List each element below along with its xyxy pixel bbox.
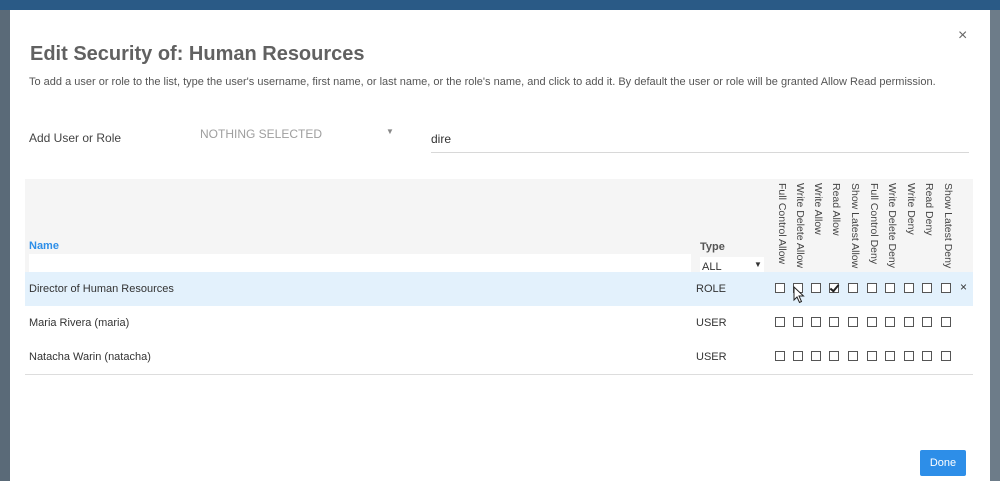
chevron-down-icon: ▼ <box>386 127 394 136</box>
permission-checkbox[interactable] <box>775 317 785 327</box>
select-value: NOTHING SELECTED <box>200 127 323 141</box>
permission-checkbox[interactable] <box>885 351 895 361</box>
permission-header-label: Show Latest Deny <box>942 183 954 269</box>
permission-checkbox[interactable] <box>922 351 932 361</box>
permission-checkbox[interactable] <box>811 351 821 361</box>
permission-checkbox[interactable] <box>922 283 932 293</box>
permission-checkbox[interactable] <box>811 283 821 293</box>
permission-checkbox[interactable] <box>775 283 785 293</box>
permission-checkbox[interactable] <box>793 317 803 327</box>
search-value: dire <box>431 132 452 146</box>
permission-checkbox[interactable] <box>848 351 858 361</box>
add-user-or-role-label: Add User or Role <box>29 131 122 145</box>
permission-checkbox[interactable] <box>904 317 914 327</box>
remove-row-icon[interactable]: × <box>960 280 967 294</box>
permission-header-label: Read Deny <box>923 183 935 236</box>
background-strip <box>990 10 1000 481</box>
permission-column-header: Read Allow <box>824 183 842 275</box>
permission-checkbox[interactable] <box>848 283 858 293</box>
row-type: ROLE <box>696 283 726 295</box>
permission-checkbox[interactable] <box>793 351 803 361</box>
permission-column-header: Read Deny <box>917 183 935 275</box>
permission-column-header: Full Control Deny <box>862 183 880 275</box>
row-name: Director of Human Resources <box>29 283 174 295</box>
permission-checkbox[interactable] <box>829 351 839 361</box>
table-row[interactable]: Director of Human Resources ROLE × <box>25 272 973 307</box>
name-column-header[interactable]: Name <box>29 240 59 252</box>
permission-header-label: Write Delete Deny <box>886 183 898 269</box>
permission-header-label: Show Latest Allow <box>849 183 861 269</box>
permission-header-label: Read Allow <box>830 183 842 236</box>
permission-checkbox[interactable] <box>811 317 821 327</box>
done-button[interactable]: Done <box>920 450 966 476</box>
permission-checkbox[interactable] <box>829 283 839 293</box>
permission-checkbox[interactable] <box>829 317 839 327</box>
mouse-pointer-icon <box>793 286 805 304</box>
user-role-search-input[interactable]: dire <box>431 127 969 153</box>
permission-column-header: Write Delete Deny <box>880 183 898 275</box>
permission-checkbox[interactable] <box>904 283 914 293</box>
type-column-header[interactable]: Type <box>700 241 725 253</box>
grid-header: Name Type ALL ▼ Full Control Allow Write … <box>25 179 973 282</box>
user-role-select[interactable]: NOTHING SELECTED ▼ <box>200 127 400 147</box>
permission-column-header: Show Latest Deny <box>936 183 954 275</box>
permission-checkbox[interactable] <box>867 283 877 293</box>
edit-security-dialog: × Edit Security of: Human Resources To a… <box>10 10 990 481</box>
table-row[interactable]: Maria Rivera (maria) USER <box>25 306 973 341</box>
permission-checkbox[interactable] <box>904 351 914 361</box>
dialog-title: Edit Security of: Human Resources <box>30 43 365 65</box>
close-icon[interactable]: × <box>958 27 967 45</box>
dialog-description: To add a user or role to the list, type … <box>29 76 936 88</box>
permission-checkbox[interactable] <box>885 283 895 293</box>
permission-column-header: Show Latest Allow <box>843 183 861 275</box>
chevron-down-icon: ▼ <box>754 260 762 269</box>
permission-column-header: Write Allow <box>806 183 824 275</box>
permission-column-header: Write Delete Allow <box>788 183 806 275</box>
row-type: USER <box>696 317 727 329</box>
permission-checkbox[interactable] <box>848 317 858 327</box>
table-row[interactable]: Natacha Warin (natacha) USER <box>25 340 973 375</box>
permission-column-header: Write Deny <box>899 183 917 275</box>
row-type: USER <box>696 351 727 363</box>
permission-checkbox[interactable] <box>941 351 951 361</box>
app-top-bar <box>0 0 1000 10</box>
permission-checkbox[interactable] <box>867 351 877 361</box>
row-name: Maria Rivera (maria) <box>29 317 130 329</box>
permission-header-label: Write Delete Allow <box>794 183 806 269</box>
row-name: Natacha Warin (natacha) <box>29 351 151 363</box>
permission-checkbox[interactable] <box>775 351 785 361</box>
permission-header-label: Write Deny <box>905 183 917 235</box>
permission-column-header: Full Control Allow <box>770 183 788 275</box>
permission-checkbox[interactable] <box>885 317 895 327</box>
permission-header-label: Write Allow <box>812 183 824 235</box>
permission-checkbox[interactable] <box>941 317 951 327</box>
permission-checkbox[interactable] <box>867 317 877 327</box>
permission-checkbox[interactable] <box>941 283 951 293</box>
permission-header-label: Full Control Allow <box>776 183 788 265</box>
permission-header-label: Full Control Deny <box>868 183 880 265</box>
permission-checkbox[interactable] <box>922 317 932 327</box>
